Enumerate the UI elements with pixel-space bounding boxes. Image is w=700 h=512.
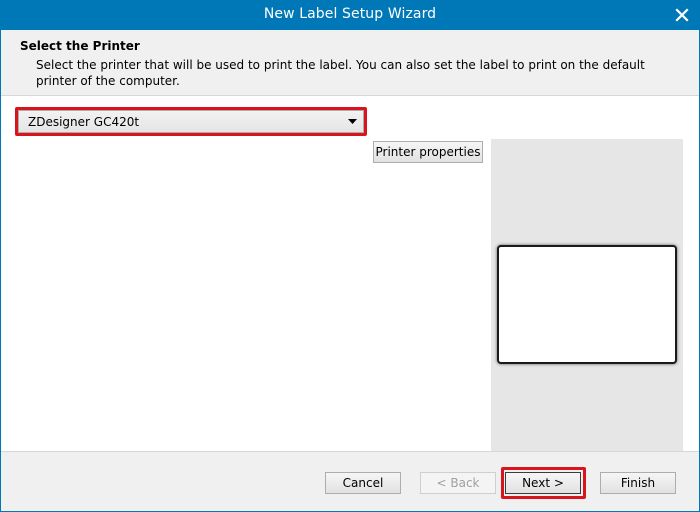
- wizard-content: ZDesigner GC420t Printer properties: [1, 96, 699, 471]
- dropdown-arrow-icon: [341, 119, 363, 124]
- wizard-header: Select the Printer Select the printer th…: [1, 30, 699, 95]
- wizard-window: New Label Setup Wizard Select the Printe…: [0, 0, 700, 512]
- label-preview: [497, 245, 677, 364]
- window-title: New Label Setup Wizard: [263, 6, 437, 22]
- page-description: Select the printer that will be used to …: [36, 58, 645, 88]
- close-button[interactable]: [670, 3, 694, 27]
- next-button[interactable]: Next >: [505, 472, 581, 494]
- back-button[interactable]: < Back: [420, 472, 496, 494]
- page-title: Select the Printer: [20, 39, 140, 53]
- close-icon: [675, 8, 689, 22]
- printer-select[interactable]: ZDesigner GC420t: [18, 110, 364, 133]
- printer-select-value: ZDesigner GC420t: [28, 114, 140, 129]
- printer-properties-button[interactable]: Printer properties: [373, 141, 483, 163]
- cancel-button[interactable]: Cancel: [325, 472, 401, 494]
- finish-button[interactable]: Finish: [600, 472, 676, 494]
- wizard-client-area: Select the Printer Select the printer th…: [1, 30, 699, 511]
- wizard-footer: Cancel < Back Next > Finish: [1, 452, 699, 511]
- title-bar[interactable]: New Label Setup Wizard: [0, 0, 700, 30]
- label-preview-panel: [491, 139, 683, 471]
